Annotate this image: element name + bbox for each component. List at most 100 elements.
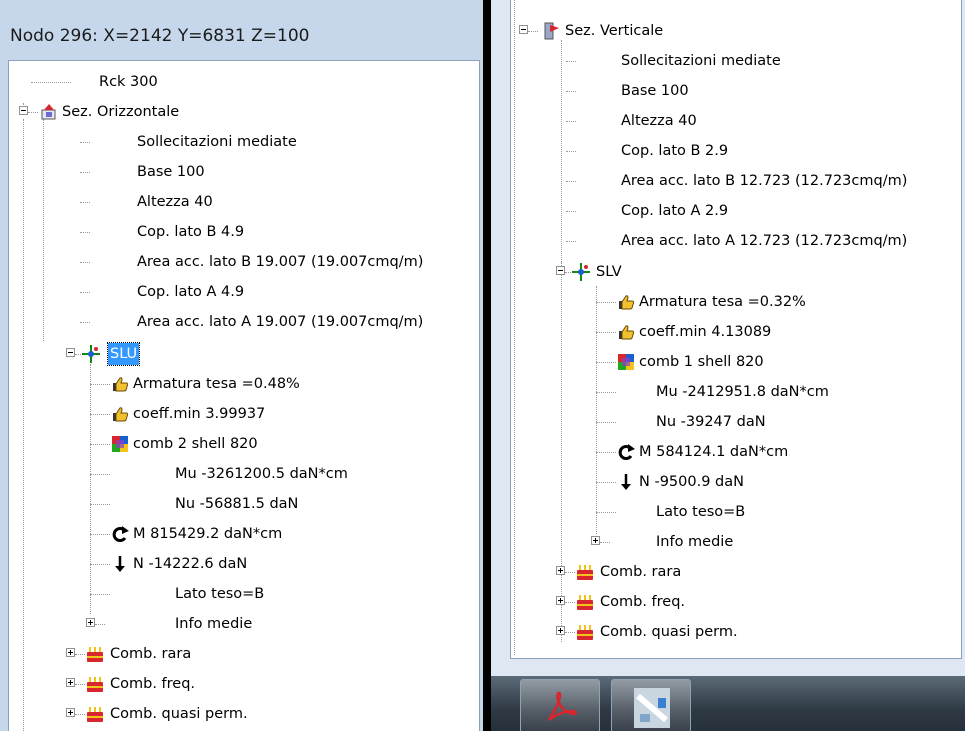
tree-item-label: Cop. lato A 4.9 [137, 284, 245, 300]
tree-item-n[interactable]: N -14222.6 daN [90, 551, 470, 577]
target-icon [82, 345, 100, 363]
taskbar-button-app[interactable] [611, 679, 691, 731]
tree-item-m[interactable]: M 815429.2 daN*cm [90, 521, 470, 547]
expand-expander[interactable] [66, 648, 75, 657]
arrow-down-icon [115, 556, 125, 572]
tree-item-label: Cop. lato B 2.9 [621, 143, 729, 159]
tree-item-coeff[interactable]: coeff.min 3.99937 [90, 401, 470, 427]
tree-item-area-b[interactable]: Area acc. lato B 12.723 (12.723cmq/m) [566, 168, 956, 194]
collapse-expander[interactable] [66, 348, 75, 357]
tree-item-m[interactable]: M 584124.1 daN*cm [596, 439, 956, 465]
thumbs-up-icon [113, 407, 129, 422]
tree-item-label: M 815429.2 daN*cm [133, 526, 283, 542]
collapse-expander[interactable] [519, 25, 528, 34]
moment-icon [112, 526, 129, 542]
tree-item-label: N -14222.6 daN [133, 556, 248, 572]
expand-expander[interactable] [591, 536, 600, 545]
tree-item-label: Info medie [656, 534, 734, 550]
tree-item-label: Mu -3261200.5 daN*cm [175, 466, 348, 482]
tree-item-area-b[interactable]: Area acc. lato B 19.007 (19.007cmq/m) [80, 249, 470, 275]
app-thumbnail-icon [634, 688, 670, 728]
tree-item-armatura[interactable]: Armatura tesa =0.32% [596, 289, 956, 315]
tree-item-cop-a[interactable]: Cop. lato A 2.9 [566, 198, 956, 224]
tree-item-cop-b[interactable]: Cop. lato B 4.9 [80, 219, 470, 245]
tree-item-altezza[interactable]: Altezza 40 [80, 189, 470, 215]
tree-item-label: Armatura tesa =0.32% [639, 294, 806, 310]
arrow-down-icon [621, 474, 631, 490]
tree-item-comb-rara[interactable]: Comb. rara [66, 641, 466, 667]
tree-item-comb-quasi[interactable]: Comb. quasi perm. [66, 701, 466, 727]
tree-item-sollecitazioni[interactable]: Sollecitazioni mediate [80, 129, 470, 155]
tree-item-label: N -9500.9 daN [639, 474, 744, 490]
tree-item-label: coeff.min 3.99937 [133, 406, 266, 422]
thumbs-up-icon [619, 325, 635, 340]
tree-item-sollecitazioni[interactable]: Sollecitazioni mediate [566, 48, 956, 74]
tree-item-label: Mu -2412951.8 daN*cm [656, 384, 829, 400]
tree-item-comb-quasi[interactable]: Comb. quasi perm. [556, 619, 946, 645]
tree-item-label: Comb. quasi perm. [600, 624, 738, 640]
tree-item-altezza[interactable]: Altezza 40 [566, 108, 956, 134]
tree-item-label: Altezza 40 [621, 113, 697, 129]
comb-icon [577, 595, 593, 610]
tree-item-area-a[interactable]: Area acc. lato A 12.723 (12.723cmq/m) [566, 228, 956, 254]
right-window: Sez. Verticale Sollecitazioni mediate Ba… [491, 0, 965, 676]
tree-item-mu[interactable]: Mu -3261200.5 daN*cm [90, 461, 470, 487]
tree-item-comb-freq[interactable]: Comb. freq. [66, 671, 466, 697]
shell-icon [618, 354, 634, 370]
tree-item-label: Area acc. lato A 12.723 (12.723cmq/m) [621, 233, 908, 249]
comb-icon [87, 647, 103, 662]
tree-item-sez-orizzontale[interactable]: Sez. Orizzontale [19, 99, 469, 125]
tree-item-label: Area acc. lato B 19.007 (19.007cmq/m) [137, 254, 424, 270]
expand-expander[interactable] [66, 708, 75, 717]
tree-item-label: Area acc. lato A 19.007 (19.007cmq/m) [137, 314, 424, 330]
tree-item-label: Cop. lato B 4.9 [137, 224, 245, 240]
tree-item-slu[interactable]: SLU [66, 341, 466, 367]
tree-item-armatura[interactable]: Armatura tesa =0.48% [90, 371, 470, 397]
tree-item-cop-a[interactable]: Cop. lato A 4.9 [80, 279, 470, 305]
tree-item-coeff[interactable]: coeff.min 4.13089 [596, 319, 956, 345]
tree-item-comb[interactable]: comb 2 shell 820 [90, 431, 470, 457]
tree-item-base[interactable]: Base 100 [566, 78, 956, 104]
tree-item-label: Comb. freq. [600, 594, 686, 610]
left-window: Nodo 296: X=2142 Y=6831 Z=100 Rck 300 Se… [0, 0, 483, 731]
collapse-expander[interactable] [556, 266, 565, 275]
tree-item-label: Lato teso=B [656, 504, 746, 520]
thumbs-up-icon [619, 295, 635, 310]
tree-item-label: SLU [106, 342, 141, 366]
tree-item-area-a[interactable]: Area acc. lato A 19.007 (19.007cmq/m) [80, 309, 470, 335]
tree-item-label: Base 100 [137, 164, 205, 180]
expand-expander[interactable] [556, 596, 565, 605]
tree-item-label: comb 1 shell 820 [639, 354, 764, 370]
expand-expander[interactable] [556, 566, 565, 575]
taskbar-button-pdf[interactable] [520, 679, 600, 731]
tree-item-info-medie[interactable]: Info medie [86, 611, 466, 637]
tree-item-info-medie[interactable]: Info medie [591, 529, 951, 555]
moment-icon [618, 444, 635, 460]
target-icon [572, 263, 590, 281]
tree-item-comb[interactable]: comb 1 shell 820 [596, 349, 956, 375]
tree-item-nu[interactable]: Nu -56881.5 daN [90, 491, 470, 517]
tree-item-rck[interactable]: Rck 300 [31, 69, 471, 95]
tree-item-base[interactable]: Base 100 [80, 159, 470, 185]
tree-item-mu[interactable]: Mu -2412951.8 daN*cm [596, 379, 956, 405]
tree-item-slv[interactable]: SLV [556, 259, 946, 285]
tree-item-n[interactable]: N -9500.9 daN [596, 469, 956, 495]
tree-view[interactable]: Sez. Verticale Sollecitazioni mediate Ba… [510, 0, 962, 659]
tree-item-lato-teso[interactable]: Lato teso=B [90, 581, 470, 607]
expand-expander[interactable] [556, 626, 565, 635]
tree-item-label: Altezza 40 [137, 194, 213, 210]
tree-item-comb-freq[interactable]: Comb. freq. [556, 589, 946, 615]
tree-view[interactable]: Rck 300 Sez. Orizzontale Sollecitazioni … [8, 60, 480, 731]
tree-item-cop-b[interactable]: Cop. lato B 2.9 [566, 138, 956, 164]
tree-item-label: Armatura tesa =0.48% [133, 376, 300, 392]
comb-icon [577, 625, 593, 640]
tree-item-lato-teso[interactable]: Lato teso=B [596, 499, 956, 525]
tree-item-nu[interactable]: Nu -39247 daN [596, 409, 956, 435]
tree-item-comb-rara[interactable]: Comb. rara [556, 559, 946, 585]
expand-expander[interactable] [66, 678, 75, 687]
expand-expander[interactable] [86, 618, 95, 627]
tree-item-label: Base 100 [621, 83, 689, 99]
tree-item-sez-verticale[interactable]: Sez. Verticale [519, 18, 949, 44]
tree-item-label: coeff.min 4.13089 [639, 324, 772, 340]
collapse-expander[interactable] [19, 106, 28, 115]
